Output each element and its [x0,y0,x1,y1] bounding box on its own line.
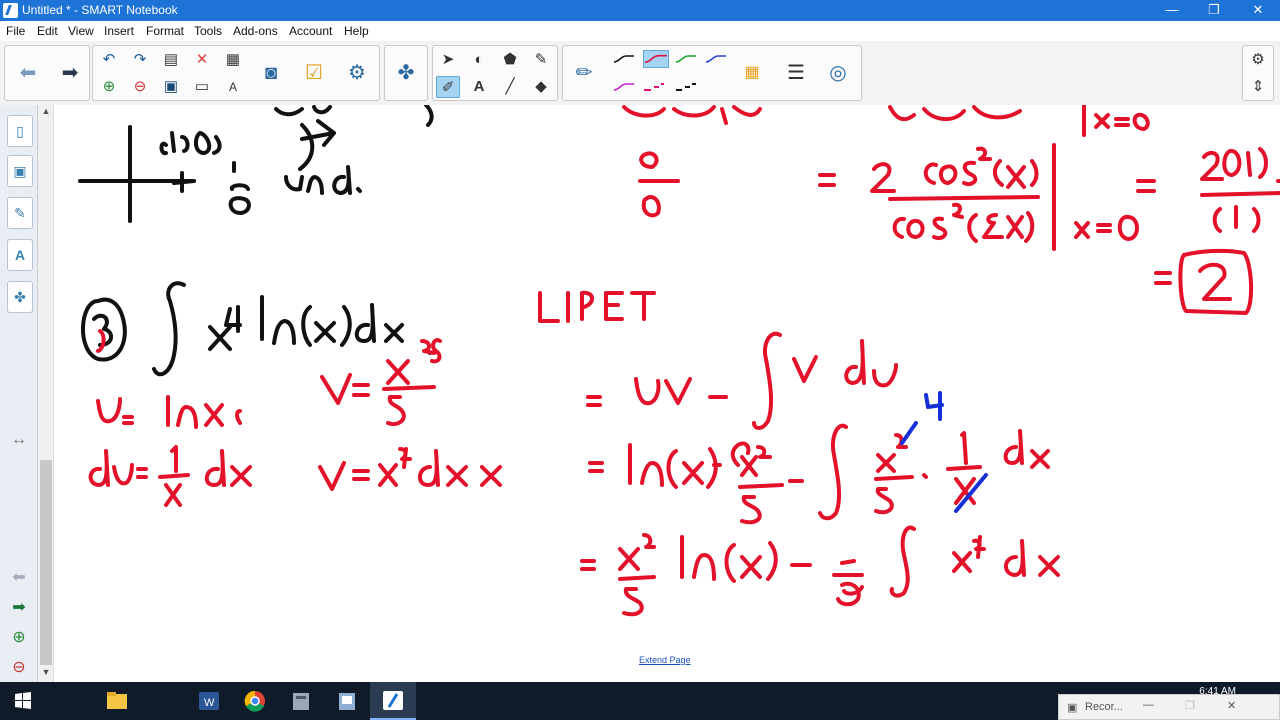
shapes-icon[interactable]: ◐ [467,49,491,71]
toolbar-group-add-ons: ✤ [384,45,428,101]
black-ink [78,105,434,223]
chrome-icon[interactable] [232,682,278,720]
pen-style-blue[interactable] [705,54,727,64]
fill-effects-icon[interactable]: ◎ [823,58,853,88]
activity-builder-icon[interactable]: ⚙ [342,58,372,88]
menu-format[interactable]: Format [146,24,184,38]
magic-pen-icon[interactable]: ✎ [529,49,553,71]
scroll-up-icon[interactable]: ▲ [38,106,54,120]
properties-tab[interactable]: A [7,239,33,271]
document-camera-icon[interactable]: ◙ [256,58,286,88]
title-bar: Untitled * - SMART Notebook — ❐ ✕ [0,0,1280,21]
menu-add-ons[interactable]: Add-ons [233,24,278,38]
start-button[interactable] [0,682,46,720]
toolbar-group-settings: ⚙ ⇕ [1242,45,1274,101]
recorder-minimize-button[interactable]: — [1143,699,1154,711]
handwriting-layer [78,105,1280,617]
add-page-icon[interactable]: ⊕ [8,628,30,648]
fill-icon[interactable]: ⬟ [498,49,522,71]
menu-tools[interactable]: Tools [194,24,222,38]
menu-file[interactable]: File [6,24,25,38]
toolbar-group-pen-properties: ✏ ▦ ☰ ◎ [562,45,862,101]
toolbar-group-navigation: ⬅ ➡ [4,45,90,101]
app-icon-one[interactable] [278,682,324,720]
recorder-label: Recor... [1085,701,1123,713]
screen-shade-icon[interactable]: ▤ [159,49,183,71]
toolbar-group-edit: ↶ ↷ ▤ ✕ ▦ ⊕ ⊖ ▣ ▭ A ◙ ☑ ⚙ [92,45,380,101]
smart-notebook-taskbar-icon[interactable] [370,682,416,720]
full-screen-icon[interactable]: ▭ [190,76,214,98]
restore-button[interactable]: ❐ [1192,0,1236,21]
svg-text:W: W [204,697,215,709]
color-palette-icon[interactable]: ▦ [737,58,767,88]
redo-icon[interactable]: ↷ [128,49,152,71]
move-toolbar-icon[interactable]: ⇕ [1246,76,1270,98]
menu-view[interactable]: View [68,24,94,38]
app-icon-two[interactable] [324,682,370,720]
menu-edit[interactable]: Edit [37,24,58,38]
recorder-restore-button[interactable]: ❐ [1185,699,1195,712]
window-title: Untitled * - SMART Notebook [22,3,178,17]
undo-icon[interactable]: ↶ [97,49,121,71]
recorder-popup[interactable]: ▣ Recor... — ❐ ✕ [1058,694,1280,720]
attachments-tab[interactable]: ✎ [7,197,33,229]
menu-account[interactable]: Account [289,24,332,38]
vertical-scrollbar[interactable]: ▲ ▼ [38,105,54,682]
pens-icon[interactable]: ✐ [436,76,460,98]
text-recognition-icon[interactable]: A [221,76,245,98]
problem-3-black [81,281,432,377]
save-icon[interactable]: ▣ [159,76,183,98]
extend-page-link[interactable]: Extend Page [639,655,691,665]
close-button[interactable]: ✕ [1236,0,1280,21]
file-explorer-icon[interactable] [94,682,140,720]
response-icon[interactable]: ☑ [299,58,329,88]
line-style-icon[interactable]: ☰ [781,58,811,88]
select-icon[interactable]: ➤ [436,49,460,71]
menu-insert[interactable]: Insert [104,24,134,38]
resize-panel-icon[interactable]: ↔ [8,430,30,450]
word-icon[interactable]: W [186,682,232,720]
delete-page-icon[interactable]: ⊖ [8,658,30,678]
recorder-close-button[interactable]: ✕ [1227,699,1236,712]
windows-logo-icon [15,692,31,709]
gallery-tab[interactable]: ▣ [7,155,33,187]
pen-style-black-dashed[interactable] [675,82,697,92]
pen-style-black[interactable] [613,54,635,64]
delete-page-icon[interactable]: ⊖ [128,76,152,98]
whiteboard-canvas[interactable]: Extend Page [54,105,1280,682]
forward-arrow-icon[interactable]: ➡ [55,58,85,88]
lines-icon[interactable]: ╱ [498,76,522,98]
next-page-icon[interactable]: ➡ [8,598,30,618]
toolbar: ⬅ ➡ ↶ ↷ ▤ ✕ ▦ ⊕ ⊖ ▣ ▭ A ◙ ☑ ⚙ ✤ ➤ ◐ ⬟ ✎ … [0,41,1280,105]
pen-style-pink-dashed[interactable] [643,82,665,92]
back-arrow-icon[interactable]: ⬅ [13,58,43,88]
pen-style-magenta[interactable] [613,82,635,92]
pen-icon[interactable]: ✏ [569,58,599,88]
blue-ink [900,391,988,513]
recorder-icon: ▣ [1067,702,1078,714]
red-ink-top [622,105,1280,315]
delete-icon[interactable]: ✕ [190,49,214,71]
settings-icon[interactable]: ⚙ [1246,49,1270,71]
problem-3-red [88,290,1060,617]
add-ons-icon[interactable]: ✤ [391,58,421,88]
eraser-icon[interactable]: ◆ [529,76,553,98]
add-ons-tab[interactable]: ✤ [7,281,33,313]
smart-notebook-icon [3,3,18,18]
toolbar-group-tools: ➤ ◐ ⬟ ✎ ✐ A ╱ ◆ [432,45,558,101]
previous-page-icon[interactable]: ⬅ [8,568,30,588]
page-sorter-tab[interactable]: ▯ [7,115,33,147]
scroll-down-icon[interactable]: ▼ [38,667,54,681]
minimize-button[interactable]: — [1150,0,1194,21]
text-icon[interactable]: A [467,76,491,98]
scroll-thumb[interactable] [40,460,52,665]
menu-help[interactable]: Help [344,24,369,38]
pen-style-green[interactable] [675,54,697,64]
menu-bar: File Edit View Insert Format Tools Add-o… [0,21,1280,41]
table-icon[interactable]: ▦ [221,49,245,71]
add-page-icon[interactable]: ⊕ [97,76,121,98]
pen-style-red[interactable] [643,50,669,68]
side-panel: ▯ ▣ ✎ A ✤ ↔ ⬅ ➡ ⊕ ⊖ [0,105,38,682]
